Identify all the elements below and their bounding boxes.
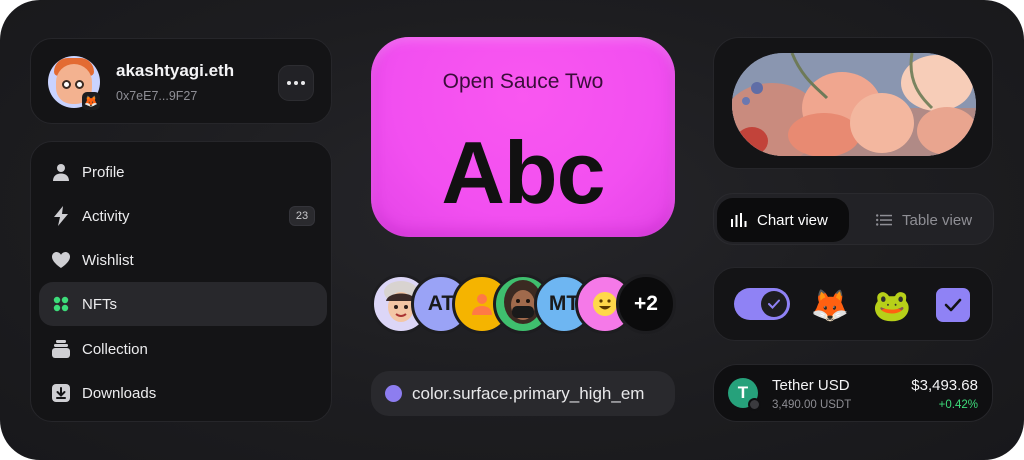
tether-logo-icon: T [728,378,761,411]
color-token-label: color.surface.primary_high_em [412,383,645,403]
sidebar-item-label: NFTs [82,295,117,313]
overflow-count-label: +2 [634,292,658,315]
user-card[interactable]: 🦊 akashtyagi.eth 0x7eE7...9F27 [30,38,332,124]
asset-row[interactable]: T Tether USD 3,490.00 USDT $3,493.68 +0.… [713,364,993,422]
dot-icon [287,81,291,85]
smiley-icon [593,292,617,316]
avatar[interactable]: 🦊 [48,56,100,110]
chain-badge-icon [748,398,761,411]
font-name: Open Sauce Two [442,70,604,93]
chart-view-button[interactable]: Chart view [717,198,849,242]
sidebar-item-wishlist[interactable]: Wishlist [39,238,327,282]
asset-amount: 3,490.00 USDT [772,399,852,411]
sidebar-item-label: Wishlist [82,251,134,269]
color-token-chip[interactable]: color.surface.primary_high_em [371,371,675,416]
bar-chart-icon [731,213,747,227]
view-toggle: Chart view Table view [713,193,994,245]
avatar-initials: AT [427,292,455,315]
avatar-eye [75,80,84,89]
pepe-frog-icon[interactable]: 🐸 [872,285,912,325]
image-card[interactable] [713,37,993,169]
user-icon [51,162,71,182]
sidebar-nav: Profile Activity 23 Wishlist NFTs Collec… [30,141,332,422]
sidebar-item-label: Activity [82,207,130,225]
download-icon [51,383,71,403]
person-icon [472,294,492,315]
chart-view-label: Chart view [757,211,828,229]
avatar-eye [62,80,71,89]
stack-icon [51,339,71,359]
asset-name: Tether USD [772,377,850,394]
fox-icon[interactable]: 🦊 [810,285,850,325]
avatar-group: AT MT +2 [371,274,681,334]
font-preview-card[interactable]: Open Sauce Two Abc [371,37,675,237]
sidebar-item-collection[interactable]: Collection [39,327,327,371]
grid-dots-icon [51,294,71,314]
wallet-fox-icon: 🦊 [82,92,100,110]
check-icon [944,298,962,312]
asset-value: $3,493.68 [911,377,978,394]
sidebar-item-label: Collection [82,340,148,358]
app-frame: 🦊 akashtyagi.eth 0x7eE7...9F27 Profile A… [0,0,1024,460]
activity-count-badge: 23 [289,206,315,226]
toggle-switch[interactable] [734,288,790,320]
user-name: akashtyagi.eth [116,61,235,80]
flower-image [732,53,976,156]
dot-icon [294,81,298,85]
check-icon [768,299,780,309]
wallet-address: 0x7eE7...9F27 [116,89,198,103]
dot-icon [301,81,305,85]
controls-card: 🦊 🐸 [713,267,993,341]
list-icon [876,214,892,226]
sidebar-item-activity[interactable]: Activity 23 [39,194,327,238]
sidebar-item-label: Profile [82,163,125,181]
color-swatch [385,385,402,402]
asset-change: +0.42% [938,399,978,411]
checkbox[interactable] [936,288,970,322]
sidebar-item-profile[interactable]: Profile [39,150,327,194]
sidebar-item-label: Downloads [82,384,157,402]
toggle-knob [761,291,787,317]
heart-icon [51,250,71,270]
font-sample: Abc [441,123,605,222]
table-view-label: Table view [902,211,973,229]
avatar-overflow-count[interactable]: +2 [616,274,676,334]
sidebar-item-nfts[interactable]: NFTs [39,282,327,326]
more-options-button[interactable] [278,65,314,101]
lightning-icon [51,206,71,226]
tether-logo-letter: T [737,383,749,402]
table-view-button[interactable]: Table view [862,198,986,242]
sidebar-item-downloads[interactable]: Downloads [39,371,327,415]
